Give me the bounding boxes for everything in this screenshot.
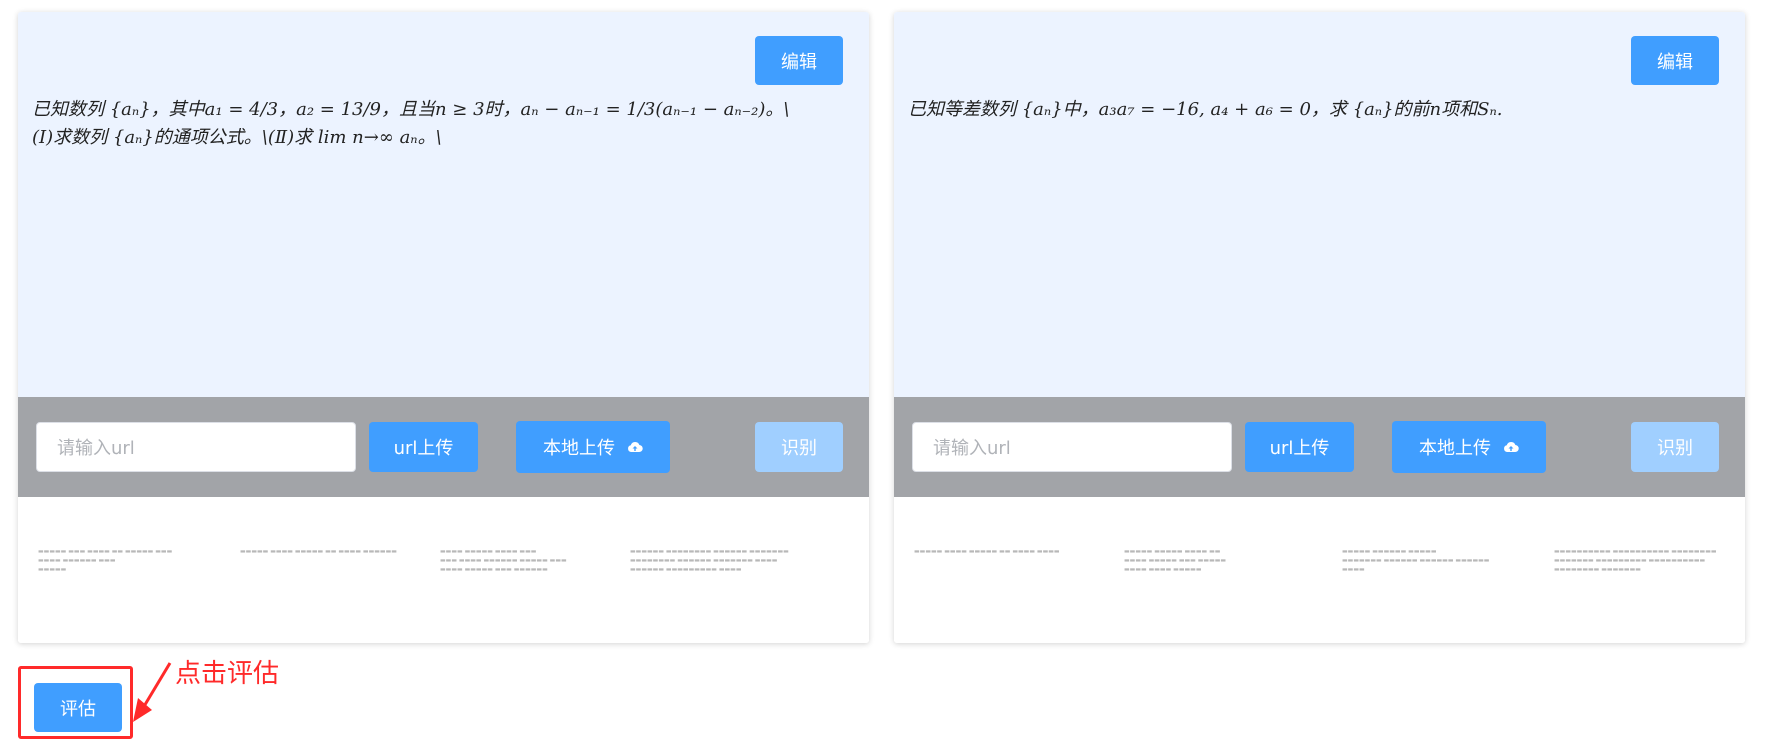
cloud-upload-icon: [1503, 441, 1519, 453]
thumbnail-image[interactable]: ▬▬▬▬▬▬▬▬▬▬ ▬▬▬▬▬▬▬▬▬▬ ▬▬▬▬▬▬▬▬ ▬▬▬▬▬▬▬ ▬▬…: [1554, 547, 1745, 597]
local-upload-label: 本地上传: [1419, 438, 1491, 459]
image-thumbnail-strip[interactable]: ▬▬▬▬▬ ▬▬▬ ▬▬▬▬ ▬▬ ▬▬▬▬▬ ▬▬▬ ▬▬▬▬ ▬▬▬▬▬▬ ▬…: [18, 497, 869, 643]
url-upload-button[interactable]: url上传: [369, 422, 478, 472]
thumbnail-image[interactable]: ▬▬▬▬▬ ▬▬▬▬▬ ▬▬▬▬ ▬▬ ▬▬▬▬ ▬▬▬▬▬ ▬▬▬ ▬▬▬▬▬ ▬…: [1124, 547, 1324, 597]
recognize-button[interactable]: 识别: [1631, 422, 1719, 472]
thumbnail-image[interactable]: ▬▬▬▬▬ ▬▬▬▬ ▬▬▬▬▬ ▬▬ ▬▬▬▬ ▬▬▬▬▬▬: [240, 547, 440, 597]
cloud-upload-icon: [627, 441, 643, 453]
url-upload-button[interactable]: url上传: [1245, 422, 1354, 472]
image-thumbnail-strip[interactable]: ▬▬▬▬▬ ▬▬▬▬ ▬▬▬▬▬ ▬▬ ▬▬▬▬ ▬▬▬▬ ▬▬▬▬▬ ▬▬▬▬…: [894, 497, 1745, 643]
upload-bar: 请输入url url上传 本地上传 识别: [894, 397, 1745, 497]
local-upload-button[interactable]: 本地上传: [1392, 421, 1546, 473]
question-panel-right: 编辑 已知等差数列 {aₙ}中，a₃a₇ = −16, a₄ + a₆ = 0，…: [894, 12, 1745, 643]
problem-display: 编辑 已知等差数列 {aₙ}中，a₃a₇ = −16, a₄ + a₆ = 0，…: [894, 12, 1745, 397]
annotation-text: 点击评估: [175, 659, 280, 689]
question-panel-left: 编辑 已知数列 {aₙ}，其中a₁ = 4/3，a₂ = 13/9，且当n ≥ …: [18, 12, 869, 643]
thumbnail-image[interactable]: ▬▬▬▬ ▬▬▬▬▬ ▬▬▬▬ ▬▬▬ ▬▬▬ ▬▬▬▬ ▬▬▬▬▬▬ ▬▬▬▬▬…: [440, 547, 640, 597]
thumbnail-image[interactable]: ▬▬▬▬▬ ▬▬▬▬▬▬ ▬▬▬▬▬ ▬▬▬▬▬▬▬ ▬▬▬▬▬▬ ▬▬▬▬▬▬ …: [1342, 547, 1542, 597]
problem-display: 编辑 已知数列 {aₙ}，其中a₁ = 4/3，a₂ = 13/9，且当n ≥ …: [18, 12, 869, 397]
evaluate-button[interactable]: 评估: [34, 683, 122, 732]
problem-line: (Ⅰ)求数列 {aₙ}的通项公式。\(Ⅱ)求 lim n→∞ aₙ。\: [32, 126, 442, 148]
thumbnail-image[interactable]: ▬▬▬▬▬ ▬▬▬ ▬▬▬▬ ▬▬ ▬▬▬▬▬ ▬▬▬ ▬▬▬▬ ▬▬▬▬▬▬ ▬…: [38, 547, 238, 597]
url-input[interactable]: 请输入url: [912, 422, 1232, 472]
upload-bar: 请输入url url上传 本地上传 识别: [18, 397, 869, 497]
annotation-arrow-icon: [133, 662, 172, 722]
local-upload-button[interactable]: 本地上传: [516, 421, 670, 473]
url-input[interactable]: 请输入url: [36, 422, 356, 472]
edit-button[interactable]: 编辑: [755, 36, 843, 85]
recognize-button[interactable]: 识别: [755, 422, 843, 472]
edit-button[interactable]: 编辑: [1631, 36, 1719, 85]
thumbnail-image[interactable]: ▬▬▬▬▬ ▬▬▬▬ ▬▬▬▬▬ ▬▬ ▬▬▬▬ ▬▬▬▬: [914, 547, 1114, 597]
problem-text: 已知等差数列 {aₙ}中，a₃a₇ = −16, a₄ + a₆ = 0，求 {…: [908, 96, 1675, 124]
thumbnail-image[interactable]: ▬▬▬▬▬▬ ▬▬▬▬▬▬▬▬ ▬▬▬▬▬▬ ▬▬▬▬▬▬▬ ▬▬▬▬▬▬▬▬ ▬…: [630, 547, 830, 597]
problem-line: 已知数列 {aₙ}，其中a₁ = 4/3，a₂ = 13/9，且当n ≥ 3时，…: [32, 99, 790, 120]
problem-line: 已知等差数列 {aₙ}中，a₃a₇ = −16, a₄ + a₆ = 0，求 {…: [908, 99, 1503, 120]
problem-text: 已知数列 {aₙ}，其中a₁ = 4/3，a₂ = 13/9，且当n ≥ 3时，…: [32, 96, 799, 152]
local-upload-label: 本地上传: [543, 438, 615, 459]
